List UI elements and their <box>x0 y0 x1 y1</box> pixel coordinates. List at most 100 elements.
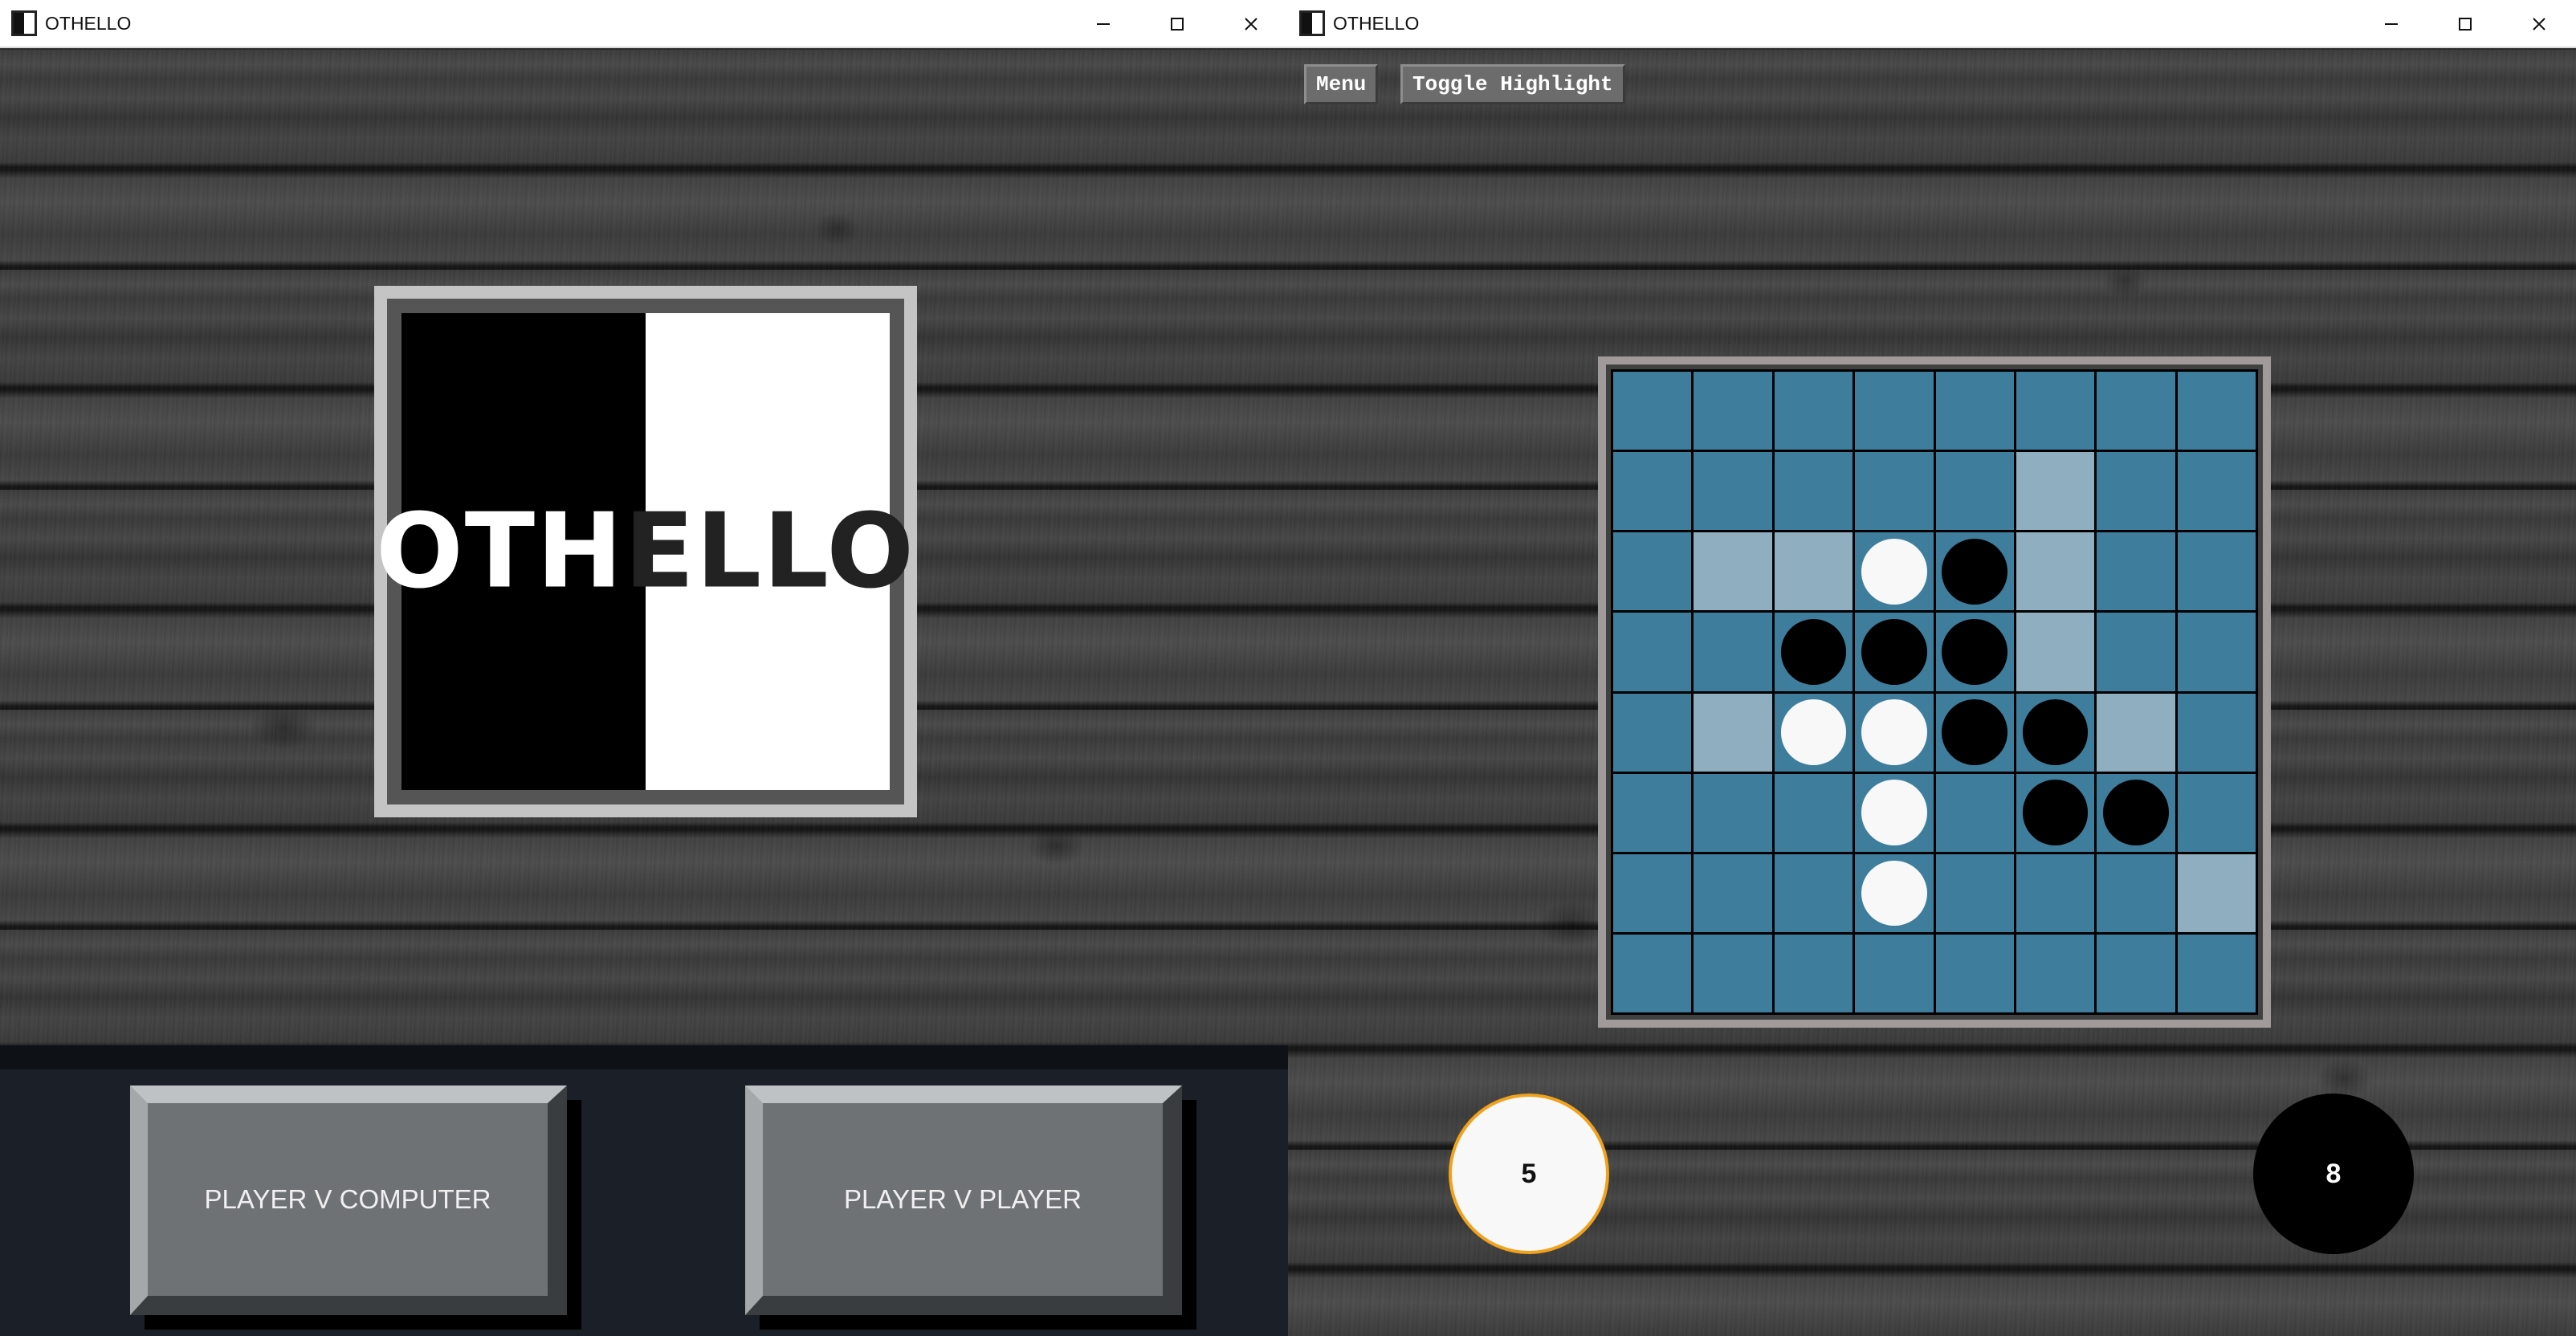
board-cell-d5[interactable] <box>1855 693 1934 772</box>
board-cell-h6[interactable] <box>2177 773 2256 852</box>
board-cell-g3[interactable] <box>2097 532 2175 611</box>
board-cell-h4[interactable] <box>2177 613 2256 691</box>
black-score-disc: 8 <box>2253 1094 2414 1254</box>
board-cell-d7[interactable] <box>1855 853 1934 932</box>
menu-button[interactable]: Menu <box>1304 64 1379 104</box>
board-cell-a1[interactable] <box>1613 372 1692 450</box>
board-cell-c1[interactable] <box>1774 372 1853 450</box>
board-cell-b7[interactable] <box>1694 853 1772 932</box>
othello-app-icon <box>11 10 37 36</box>
black-disc <box>1942 619 2008 685</box>
board-cell-d1[interactable] <box>1855 372 1934 450</box>
board-frame <box>1598 356 2271 1028</box>
black-disc <box>2022 699 2089 765</box>
board-cell-c5[interactable] <box>1774 693 1853 772</box>
minimize-icon[interactable] <box>2354 0 2428 48</box>
board-cell-f4[interactable] <box>2016 613 2095 691</box>
board-cell-g2[interactable] <box>2097 452 2175 531</box>
board-cell-b2[interactable] <box>1694 452 1772 531</box>
board-cell-g8[interactable] <box>2097 934 2175 1012</box>
board-cell-f8[interactable] <box>2016 934 2095 1012</box>
window-title: OTHELLO <box>1333 12 1420 34</box>
board-cell-a8[interactable] <box>1613 934 1692 1012</box>
board-cell-d8[interactable] <box>1855 934 1934 1012</box>
title-bar[interactable]: OTHELLO <box>1288 0 2576 48</box>
board-cell-a3[interactable] <box>1613 532 1692 611</box>
window-controls <box>2354 0 2576 48</box>
black-disc <box>2022 780 2089 845</box>
maximize-icon[interactable] <box>2428 0 2502 48</box>
board-cell-h8[interactable] <box>2177 934 2256 1012</box>
board-cell-f3[interactable] <box>2016 532 2095 611</box>
board-cell-c3[interactable] <box>1774 532 1853 611</box>
panel-divider <box>0 1045 1288 1069</box>
board-cell-h1[interactable] <box>2177 372 2256 450</box>
board-cell-a2[interactable] <box>1613 452 1692 531</box>
board-cell-e2[interactable] <box>1935 452 2014 531</box>
board-cell-e7[interactable] <box>1935 853 2014 932</box>
board-cell-b6[interactable] <box>1694 773 1772 852</box>
board-cell-e6[interactable] <box>1935 773 2014 852</box>
black-disc <box>1861 619 1927 685</box>
board-cell-b8[interactable] <box>1694 934 1772 1012</box>
board-cell-g1[interactable] <box>2097 372 2175 450</box>
logo-text-white: OTH <box>375 491 625 612</box>
board-cell-b5[interactable] <box>1694 693 1772 772</box>
board-cell-d3[interactable] <box>1855 532 1934 611</box>
board-cell-e5[interactable] <box>1935 693 2014 772</box>
player-v-player-button[interactable]: PLAYER V PLAYER <box>745 1086 1182 1315</box>
board-cell-g5[interactable] <box>2097 693 2175 772</box>
game-window: OTHELLO Menu Toggle Highlight 5 8 <box>1288 0 2576 1336</box>
black-disc <box>1780 619 1847 685</box>
toggle-highlight-button[interactable]: Toggle Highlight <box>1400 64 1625 104</box>
black-disc <box>1942 539 2008 605</box>
board-cell-f2[interactable] <box>2016 452 2095 531</box>
board-cell-g4[interactable] <box>2097 613 2175 691</box>
board-cell-e8[interactable] <box>1935 934 2014 1012</box>
board-cell-h2[interactable] <box>2177 452 2256 531</box>
black-disc <box>2103 780 2169 845</box>
board-cell-a7[interactable] <box>1613 853 1692 932</box>
othello-logo: OTH ELLO <box>374 286 917 817</box>
player-v-computer-button[interactable]: PLAYER V COMPUTER <box>130 1086 567 1315</box>
board-cell-e3[interactable] <box>1935 532 2014 611</box>
board-cell-a5[interactable] <box>1613 693 1692 772</box>
board-cell-h3[interactable] <box>2177 532 2256 611</box>
white-disc <box>1780 699 1847 765</box>
player-v-computer-label: PLAYER V COMPUTER <box>204 1184 491 1214</box>
board-cell-e1[interactable] <box>1935 372 2014 450</box>
board-cell-f1[interactable] <box>2016 372 2095 450</box>
close-icon[interactable] <box>1214 0 1288 48</box>
title-bar[interactable]: OTHELLO <box>0 0 1288 48</box>
board-cell-c7[interactable] <box>1774 853 1853 932</box>
maximize-icon[interactable] <box>1140 0 1214 48</box>
menu-window: OTHELLO OTH ELLO PLAYER V COMPUTER PLAYE… <box>0 0 1288 1336</box>
white-disc <box>1861 780 1927 845</box>
board-cell-h7[interactable] <box>2177 853 2256 932</box>
minimize-icon[interactable] <box>1066 0 1140 48</box>
board-cell-h5[interactable] <box>2177 693 2256 772</box>
board-cell-d6[interactable] <box>1855 773 1934 852</box>
board-cell-d2[interactable] <box>1855 452 1934 531</box>
board-cell-d4[interactable] <box>1855 613 1934 691</box>
white-disc <box>1861 860 1927 927</box>
board-cell-f6[interactable] <box>2016 773 2095 852</box>
board-cell-c2[interactable] <box>1774 452 1853 531</box>
board-cell-c8[interactable] <box>1774 934 1853 1012</box>
board-cell-f7[interactable] <box>2016 853 2095 932</box>
board-cell-b4[interactable] <box>1694 613 1772 691</box>
close-icon[interactable] <box>2502 0 2576 48</box>
board-cell-g7[interactable] <box>2097 853 2175 932</box>
board-cell-a6[interactable] <box>1613 773 1692 852</box>
board-cell-g6[interactable] <box>2097 773 2175 852</box>
board-cell-c6[interactable] <box>1774 773 1853 852</box>
board-cell-a4[interactable] <box>1613 613 1692 691</box>
board-cell-b1[interactable] <box>1694 372 1772 450</box>
board-cell-e4[interactable] <box>1935 613 2014 691</box>
othello-app-icon <box>1299 10 1325 36</box>
board-cell-b3[interactable] <box>1694 532 1772 611</box>
logo-text-dark: ELLO <box>624 491 916 612</box>
board-cell-f5[interactable] <box>2016 693 2095 772</box>
black-disc <box>1942 699 2008 765</box>
board-cell-c4[interactable] <box>1774 613 1853 691</box>
